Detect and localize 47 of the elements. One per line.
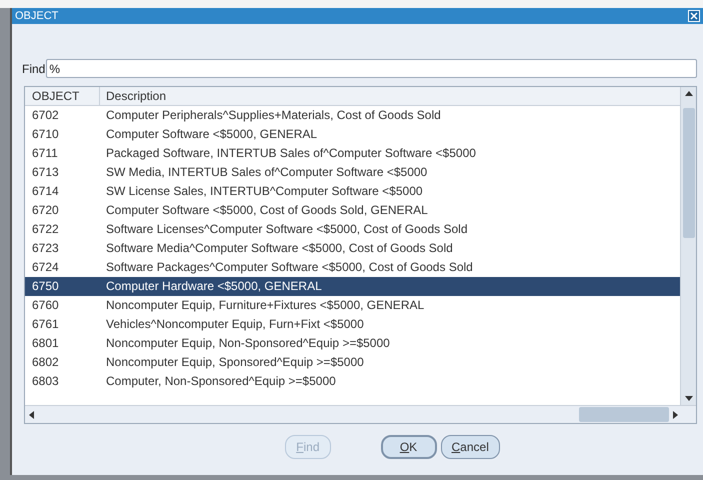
object-cell-text: 6803 [31,373,60,390]
object-cell-text: 6722 [31,221,60,238]
object-cell-text: 6760 [31,297,60,314]
description-cell-text: SW Media, INTERTUB Sales of^Computer Software <$5000 [105,164,428,181]
description-cell-text: Packaged Software, INTERTUB Sales of^Computer Software <$5000 [105,145,477,162]
description-cell-text: Computer Software <$5000, GENERAL [105,126,318,143]
scroll-down-icon[interactable] [684,396,692,401]
object-cell-text: 6750 [31,278,60,295]
object-cell-text: 6761 [31,316,60,333]
close-icon [690,12,698,20]
description-cell-text: Computer, Non-Sponsored^Equip >=$5000 [105,373,337,390]
dialog-button[interactable]: OK [380,435,436,459]
object-cell-text: 6801 [31,335,60,352]
description-cell-text: Software Media^Computer Software <$5000, Cost of Goods Sold [105,240,454,257]
description-cell-text: Software Packages^Computer Software <$5000, Cost of Goods Sold [105,259,474,276]
find-label: Find [22,60,46,78]
scroll-left-icon[interactable] [29,410,34,418]
description-cell-text: Computer Hardware <$5000, GENERAL [105,278,323,295]
object-cell-text: 6802 [31,354,60,371]
horizontal-scrollbar[interactable] [25,405,696,423]
description-cell-text: Computer Software <$5000, Cost of Goods Sold, GENERAL [105,202,429,219]
column-header[interactable]: Description [100,87,680,105]
description-cell-text: Vehicles^Noncomputer Equip, Furn+Fixt <$5000 [105,316,365,333]
scrollbar-thumb[interactable] [579,407,669,422]
object-cell-text: 6723 [31,240,60,257]
scroll-up-icon[interactable] [684,91,692,96]
object-cell-text: 6711 [31,145,59,162]
description-cell-text: Computer Peripherals^Supplies+Materials, Cost of Goods Sold [105,107,442,124]
description-cell-text: Software Licenses^Computer Software <$5000, Cost of Goods Sold [105,221,468,238]
description-cell-text: Noncomputer Equip, Non-Sponsored^Equip >=$5000 [105,335,391,352]
object-cell-text: 6702 [31,107,60,124]
window-title: OBJECT [15,10,58,22]
object-cell-text: 6713 [31,164,60,181]
dialog-button[interactable]: Cancel [440,435,500,459]
scroll-right-icon[interactable] [673,410,678,418]
object-cell-text: 6724 [31,259,60,276]
object-cell-text: 6720 [31,202,60,219]
description-cell-text: SW License Sales, INTERTUB^Computer Software <$5000 [105,183,424,200]
vertical-scrollbar[interactable] [680,87,696,405]
description-cell-text: Noncomputer Equip, Sponsored^Equip >=$5000 [105,354,365,371]
close-button[interactable] [688,10,700,22]
object-cell-text: 6714 [31,183,60,200]
table-row[interactable]: 6750 Computer Hardware <$5000, GENERAL [25,277,680,296]
object-cell-text: 6710 [31,126,60,143]
description-cell-text: Noncomputer Equip, Furniture+Fixtures <$5000, GENERAL [105,297,426,314]
scrollbar-thumb[interactable] [682,108,694,238]
column-header[interactable]: OBJECT [25,87,100,105]
